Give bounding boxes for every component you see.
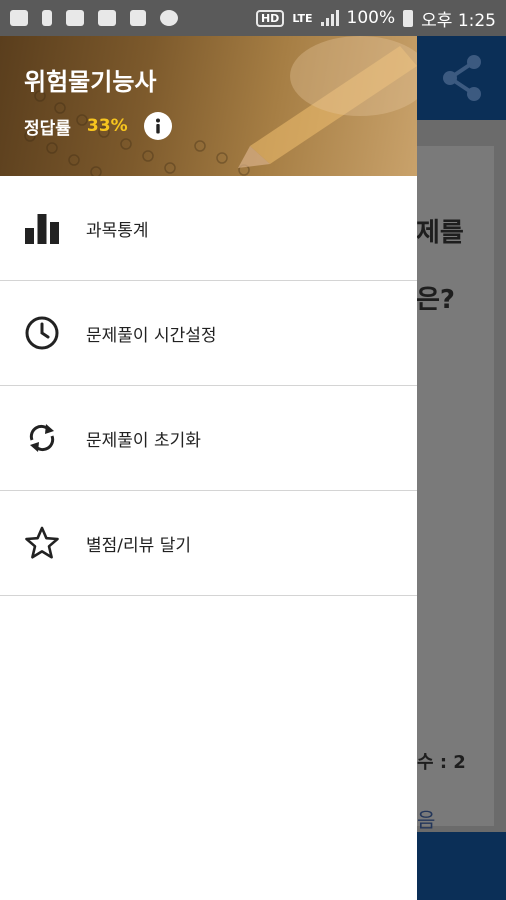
- missed-call-icon: [130, 10, 146, 26]
- menu-item-timer-settings[interactable]: 문제풀이 시간설정: [0, 281, 417, 386]
- signal-icon: [320, 10, 339, 26]
- notification-icon: [42, 10, 52, 26]
- battery-percent: 100%: [346, 8, 396, 28]
- status-bar: HD LTE 100% 오후 1:25: [0, 0, 506, 36]
- battery-icon: [403, 9, 414, 27]
- header-background-image: [24, 36, 417, 176]
- menu-item-label: 문제풀이 초기화: [86, 430, 201, 451]
- refresh-icon: [24, 420, 60, 456]
- info-icon[interactable]: [143, 112, 172, 140]
- app-title: 위험물기능사: [24, 68, 157, 96]
- question-count: 수 : 2: [417, 752, 466, 773]
- network-type: LTE: [292, 11, 313, 25]
- status-right: HD LTE 100% 오후 1:25: [255, 6, 496, 31]
- navigation-drawer: 위험물기능사 정답률 33% 과목통계 문제풀이 시간설정 문제풀이 초기화 별…: [0, 36, 417, 900]
- hd-badge: HD: [255, 9, 285, 27]
- menu-item-label: 과목통계: [86, 220, 149, 241]
- menu-item-reset[interactable]: 문제풀이 초기화: [0, 386, 417, 491]
- image-icon: [66, 10, 84, 26]
- clock-icon: [24, 315, 60, 351]
- drawer-header: 위험물기능사 정답률 33%: [0, 36, 417, 176]
- menu-item-label: 문제풀이 시간설정: [86, 325, 217, 346]
- accuracy-label: 정답률: [24, 118, 71, 139]
- notification-icons: [10, 10, 178, 26]
- star-icon: [24, 525, 60, 561]
- question-text: 제를: [416, 218, 464, 248]
- accuracy-value: 33%: [86, 116, 128, 136]
- clock-time: 오후 1:25: [421, 10, 496, 31]
- bar-chart-icon: [24, 210, 60, 246]
- menu-item-label: 별점/리뷰 달기: [86, 535, 191, 556]
- share-icon[interactable]: [440, 54, 484, 102]
- next-button[interactable]: 음: [417, 804, 435, 833]
- message-icon: [10, 10, 28, 26]
- menu-item-rate-review[interactable]: 별점/리뷰 달기: [0, 491, 417, 596]
- accuracy-row: 정답률 33%: [24, 112, 172, 140]
- question-text: 은?: [416, 285, 456, 315]
- menu-item-statistics[interactable]: 과목통계: [0, 176, 417, 281]
- mail-icon: [98, 10, 116, 26]
- app-notification-icon: [160, 10, 178, 26]
- drawer-menu: 과목통계 문제풀이 시간설정 문제풀이 초기화 별점/리뷰 달기: [0, 176, 417, 596]
